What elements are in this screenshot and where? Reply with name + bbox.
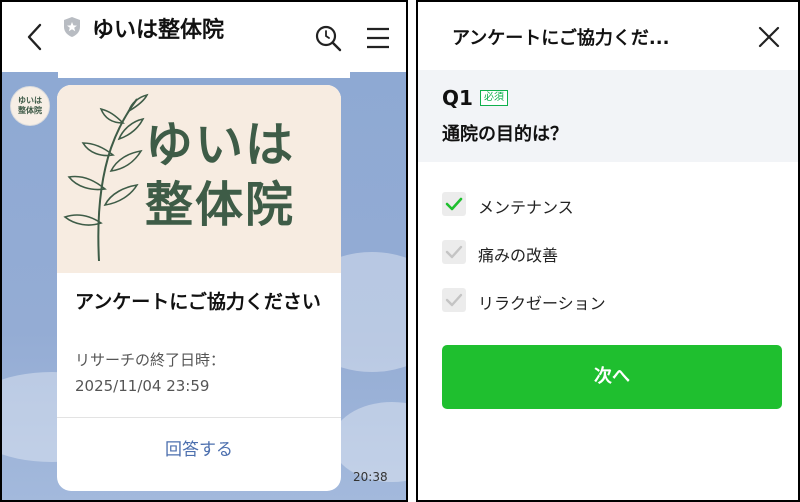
previous-message-edge [58,72,350,78]
panel-gap [408,0,416,502]
check-icon [445,293,463,307]
close-icon[interactable] [756,24,782,50]
message-timestamp: 20:38 [353,470,388,484]
option-label: 痛みの改善 [478,246,559,265]
leaf-branch-icon [63,93,149,262]
option-relaxation[interactable]: リラクゼーション [442,286,762,314]
checkbox[interactable] [442,288,466,312]
chat-screen: ゆいは整体院 ゆいは 整体院 ゆいは 整体院 アンケートにご協力ください リサー… [0,0,408,502]
chat-area[interactable]: ゆいは 整体院 ゆいは 整体院 アンケートにご協力ください リサーチの終了日時：… [2,72,406,500]
checkbox[interactable] [442,240,466,264]
check-icon [445,197,463,211]
checkbox[interactable] [442,192,466,216]
question-number: Q1 [442,86,473,110]
hero-logo-text: ゆいは 整体院 [145,115,335,235]
research-end-label: リサーチの終了日時： [75,351,226,369]
chat-title: ゆいは整体院 [92,18,225,43]
card-title: アンケートにご協力ください [75,291,321,313]
survey-header: アンケートにご協力くだ... [418,2,798,70]
avatar-label-line: ゆいは [18,96,42,105]
hero-logo-line: 整体院 [145,177,296,233]
menu-icon[interactable] [364,24,392,52]
survey-title: アンケートにご協力くだ... [452,28,670,49]
avatar-label-line: 整体院 [18,106,42,115]
option-label: メンテナンス [478,198,574,217]
avatar-label: ゆいは 整体院 [11,96,49,116]
card-divider [57,417,341,418]
research-end-datetime: 2025/11/04 23:59 [75,377,210,395]
hero-logo-line: ゆいは [145,117,296,173]
chat-header: ゆいは整体院 [2,2,406,72]
next-button[interactable]: 次へ [442,345,782,409]
survey-screen: アンケートにご協力くだ... Q1 必須 通院の目的は？ メンテナンス 痛みの改… [416,0,800,502]
option-label: リラクゼーション [478,294,606,313]
chat-screen-inner: ゆいは整体院 ゆいは 整体院 ゆいは 整体院 アンケートにご協力ください リサー… [2,2,406,500]
question-text: 通院の目的は？ [442,124,568,145]
search-icon[interactable] [314,24,342,52]
check-icon [445,245,463,259]
avatar[interactable]: ゆいは 整体院 [10,86,50,126]
card-subtitle: リサーチの終了日時： 2025/11/04 23:59 [75,347,325,399]
required-badge: 必須 [480,90,508,106]
answer-button[interactable]: 回答する [57,435,341,460]
option-maintenance[interactable]: メンテナンス [442,190,762,218]
option-pain-relief[interactable]: 痛みの改善 [442,238,762,266]
card-hero-image: ゆいは 整体院 [57,85,341,273]
question-block: Q1 必須 通院の目的は？ [418,70,798,162]
survey-message-card[interactable]: ゆいは 整体院 アンケートにご協力ください リサーチの終了日時： 2025/11… [57,85,341,491]
back-arrow-icon[interactable] [20,22,50,52]
survey-screen-inner: アンケートにご協力くだ... Q1 必須 通院の目的は？ メンテナンス 痛みの改… [418,2,798,500]
shield-icon [64,17,80,37]
